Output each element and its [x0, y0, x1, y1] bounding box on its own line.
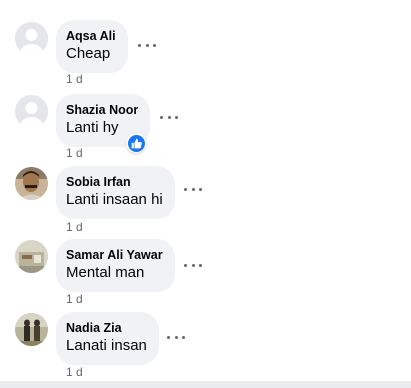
scrollbar-track[interactable] [0, 381, 411, 388]
comment-bubble: Nadia Zia Lanati insan [56, 312, 159, 365]
avatar[interactable] [15, 22, 48, 55]
comment-author[interactable]: Sobia Irfan [66, 174, 163, 190]
avatar[interactable] [15, 240, 48, 273]
comment-author[interactable]: Nadia Zia [66, 320, 147, 336]
comment-bubble: Samar Ali Yawar Mental man [56, 239, 175, 292]
default-avatar-icon [15, 22, 48, 55]
comment-timestamp[interactable]: 1 d [66, 220, 83, 234]
avatar[interactable] [15, 95, 48, 128]
avatar[interactable] [15, 313, 48, 346]
comment-timestamp[interactable]: 1 d [66, 292, 83, 306]
comment-author[interactable]: Shazia Noor [66, 102, 138, 118]
comment-timestamp[interactable]: 1 d [66, 146, 83, 160]
photo-avatar-icon [15, 240, 48, 273]
comment-author[interactable]: Aqsa Ali [66, 28, 116, 44]
default-avatar-icon [15, 95, 48, 128]
comment-timestamp[interactable]: 1 d [66, 72, 83, 86]
comment-text: Mental man [66, 264, 145, 281]
more-options-icon[interactable] [167, 334, 185, 340]
comment-author[interactable]: Samar Ali Yawar [66, 247, 163, 263]
more-options-icon[interactable] [184, 262, 202, 268]
like-icon [131, 138, 142, 148]
comment-timestamp[interactable]: 1 d [66, 365, 83, 379]
more-options-icon[interactable] [184, 186, 202, 192]
comment-text: Lanti hy [66, 119, 119, 136]
comment-text: Lanati insan [66, 337, 147, 354]
more-options-icon[interactable] [160, 114, 178, 120]
like-reaction-badge[interactable] [126, 133, 146, 153]
more-options-icon[interactable] [138, 42, 156, 48]
avatar[interactable] [15, 167, 48, 200]
comment-bubble: Aqsa Ali Cheap [56, 20, 128, 73]
photo-avatar-icon [15, 313, 48, 346]
comment-text: Lanti insaan hi [66, 191, 163, 208]
comment-text: Cheap [66, 45, 111, 62]
comment-bubble: Sobia Irfan Lanti insaan hi [56, 166, 175, 219]
photo-avatar-icon [15, 167, 48, 200]
